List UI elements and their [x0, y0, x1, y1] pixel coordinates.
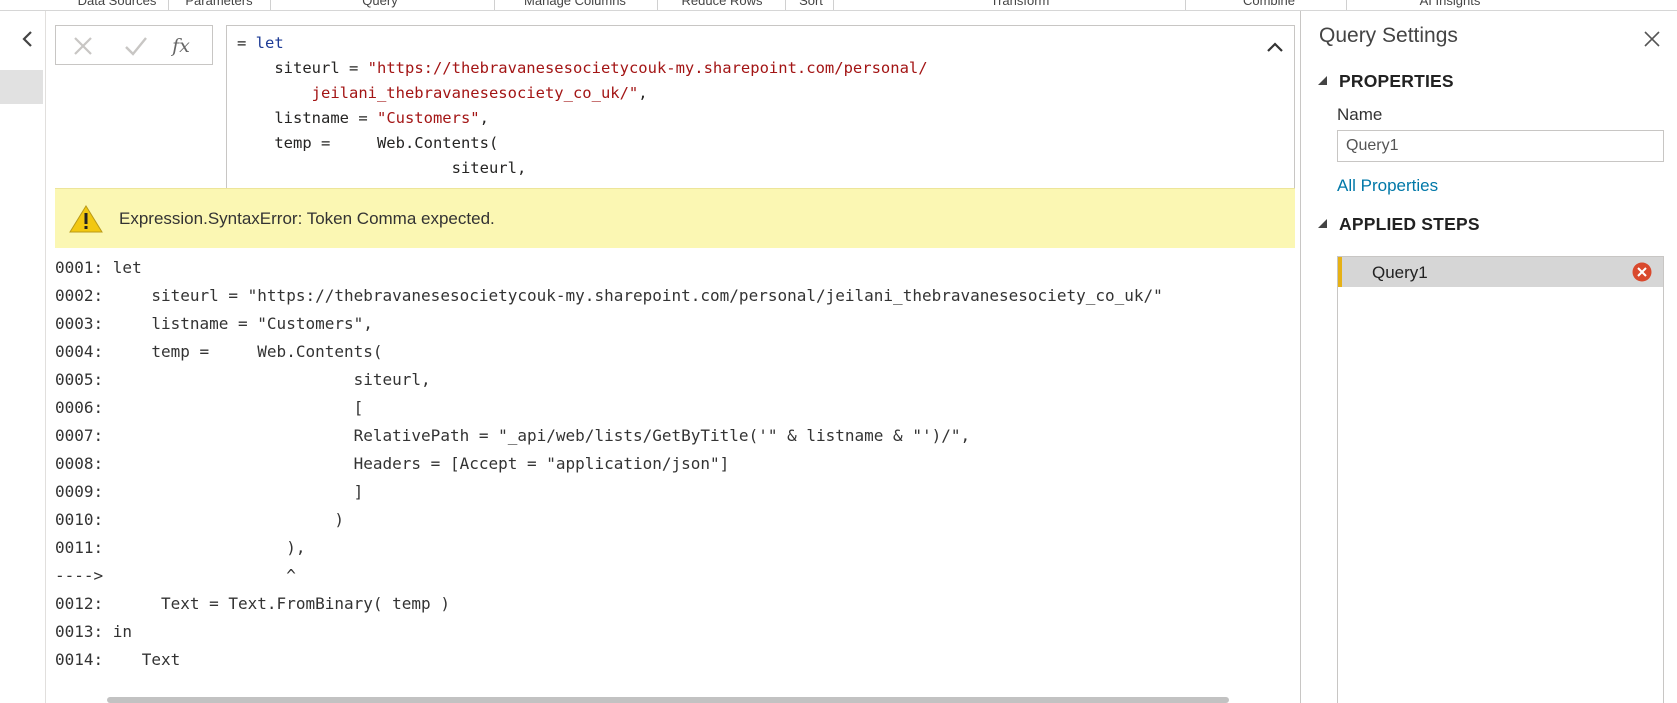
main-area: fx = let siteurl = "https://thebravanese… [47, 11, 1300, 703]
listing-line: 0004: temp = Web.Contents( [55, 342, 383, 361]
formula-editor[interactable]: = let siteurl = "https://thebravanesesoc… [226, 25, 1295, 191]
scrollbar-thumb[interactable] [107, 697, 1229, 703]
applied-steps-section-header[interactable]: APPLIED STEPS [1318, 214, 1480, 235]
formula-line: siteurl, [237, 158, 527, 178]
selected-query-indicator[interactable] [0, 70, 43, 104]
x-icon [74, 37, 92, 55]
formula-token: , [638, 84, 648, 102]
chevron-up-icon [1267, 42, 1283, 52]
listing-line: 0009: ] [55, 482, 364, 501]
collapse-triangle-icon [1318, 76, 1327, 85]
warning-icon [69, 205, 103, 233]
ribbon-group-combine: Combine [1242, 0, 1296, 8]
ribbon-separator [494, 0, 495, 10]
formula-token: temp = Web.Contents( [274, 134, 499, 152]
formula-token: , [479, 109, 489, 127]
checkmark-icon [125, 37, 147, 56]
ribbon-separator [657, 0, 658, 10]
formula-token: listname = [274, 109, 377, 127]
properties-heading: PROPERTIES [1339, 71, 1454, 91]
ribbon-group-query: Query [362, 0, 398, 8]
fx-icon: fx [172, 35, 190, 57]
chevron-left-icon [22, 31, 32, 47]
listing-line: 0011: ), [55, 538, 306, 557]
listing-line: 0002: siteurl = "https://thebravanesesoc… [55, 286, 1163, 305]
listing-line: 0001: let [55, 258, 142, 277]
ribbon-group-data-sources: Data Sources [77, 0, 157, 8]
collapse-formula-bar-button[interactable] [1264, 36, 1286, 58]
listing-line: 0014: Text [55, 650, 181, 669]
ribbon-group-manage-columns: Manage Columns [524, 0, 626, 8]
formula-token: = [237, 34, 256, 52]
query-settings-title: Query Settings [1319, 24, 1458, 47]
ribbon-group-sort: Sort [799, 0, 823, 8]
ribbon-separator [1185, 0, 1186, 10]
applied-steps-list: Query1 [1337, 256, 1664, 703]
error-banner: Expression.SyntaxError: Token Comma expe… [55, 188, 1295, 248]
close-query-settings-button[interactable] [1640, 27, 1664, 51]
ribbon-separator [270, 0, 271, 10]
ribbon-separator [833, 0, 834, 10]
insert-function-button[interactable]: fx [168, 34, 194, 58]
ribbon-group-parameters: Parameters [185, 0, 253, 8]
formula-token: let [255, 34, 284, 52]
listing-line: 0010: ) [55, 510, 344, 529]
error-message: Expression.SyntaxError: Token Comma expe… [119, 209, 495, 228]
formula-token: siteurl = [274, 59, 368, 77]
close-icon [1644, 31, 1660, 47]
step-error-delete-icon[interactable] [1632, 262, 1652, 282]
query-name-input[interactable] [1337, 130, 1664, 162]
query-settings-pane: Query Settings PROPERTIES Name All Prope… [1300, 11, 1677, 703]
ribbon-separator [168, 0, 169, 10]
formula-line: = let [237, 33, 284, 53]
ribbon-separator [1346, 0, 1347, 10]
listing-line: 0005: siteurl, [55, 370, 431, 389]
applied-step-label: Query1 [1372, 263, 1428, 282]
commit-formula-button[interactable] [123, 34, 149, 58]
expand-queries-pane-button[interactable] [16, 27, 40, 51]
ribbon-separator [785, 0, 786, 10]
formula-token: "Customers" [376, 109, 480, 127]
horizontal-scrollbar[interactable] [55, 697, 1295, 703]
applied-step-item[interactable]: Query1 [1338, 257, 1663, 287]
listing-line: 0007: RelativePath = "_api/web/lists/Get… [55, 426, 971, 445]
ribbon-group-labels: Data Sources Parameters Query Manage Col… [0, 0, 1677, 11]
ribbon-group-reduce-rows: Reduce Rows [681, 0, 763, 8]
formula-line: listname = "Customers", [237, 108, 489, 128]
formula-token: siteurl, [451, 159, 527, 177]
formula-indent [237, 59, 274, 77]
listing-line: 0003: listname = "Customers", [55, 314, 373, 333]
cancel-formula-button[interactable] [70, 34, 96, 58]
ribbon-group-ai-insights: AI Insights [1419, 0, 1481, 8]
ribbon-group-transform: Transform [990, 0, 1050, 8]
formula-token: jeilani_thebravanesesociety_co_uk/" [311, 84, 639, 102]
formula-token: "https://thebravanesesocietycouk-my.shar… [367, 59, 928, 77]
queries-pane-collapsed [0, 11, 46, 703]
listing-line: 0006: [ [55, 398, 364, 417]
properties-section-header[interactable]: PROPERTIES [1318, 71, 1454, 92]
formula-bar-buttons: fx [55, 25, 213, 65]
formula-line: jeilani_thebravanesesociety_co_uk/", [237, 83, 648, 103]
formula-indent [237, 134, 274, 152]
listing-line: 0008: Headers = [Accept = "application/j… [55, 454, 730, 473]
formula-indent [237, 84, 312, 102]
error-code-listing: 0001: let 0002: siteurl = "https://thebra… [55, 254, 1295, 694]
applied-steps-heading: APPLIED STEPS [1339, 214, 1480, 234]
all-properties-link[interactable]: All Properties [1337, 176, 1438, 196]
listing-line: ----> ^ [55, 566, 296, 585]
collapse-triangle-icon [1318, 219, 1327, 228]
formula-line: siteurl = "https://thebravanesesocietyco… [237, 58, 928, 78]
formula-line: temp = Web.Contents( [237, 133, 498, 153]
formula-indent [237, 159, 452, 177]
listing-line: 0013: in [55, 622, 133, 641]
formula-indent [237, 109, 274, 127]
listing-line: 0012: Text = Text.FromBinary( temp ) [55, 594, 450, 613]
name-label: Name [1337, 105, 1383, 124]
